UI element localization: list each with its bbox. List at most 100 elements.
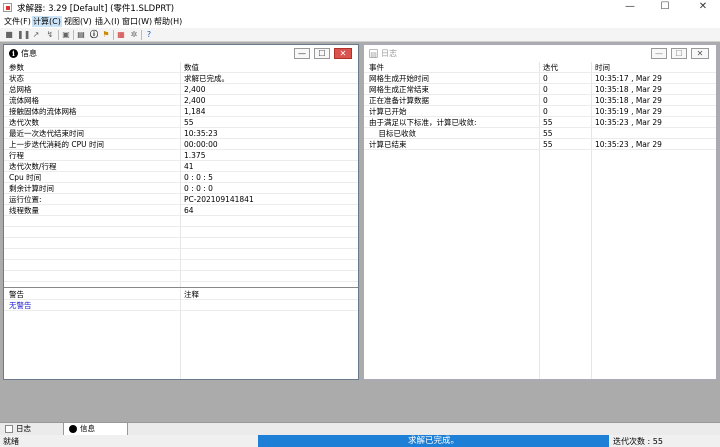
info-row[interactable]: 流体网格 2,400 [4,95,358,106]
menu-window[interactable]: 窗口(W) [121,16,153,27]
minimize-button[interactable]: — [615,0,645,15]
log-row[interactable]: 目标已收敛 55 [364,128,716,139]
menu-help[interactable]: 帮助(H) [153,16,183,27]
info-close-button[interactable]: ✕ [334,48,352,59]
log-row[interactable]: 计算已结束 55 10:35:23 , Mar 29 [364,139,716,150]
log-maximize-button[interactable]: ☐ [671,48,687,59]
log-header-row: 事件 迭代 时间 [364,62,716,73]
info-maximize-button[interactable]: ☐ [314,48,330,59]
step-icon[interactable]: ↗ [31,30,41,40]
info-row[interactable]: Cpu 时间 0 : 0 : 5 [4,172,358,183]
stop-icon[interactable]: ■ [4,30,14,40]
empty-row [4,282,358,287]
info-value-cell: 00:00:00 [184,140,218,149]
info-icon[interactable]: ⓘ [89,30,99,40]
pause-icon[interactable]: ❚❚ [17,30,30,40]
info-param-cell: 流体网格 [9,96,39,105]
tab-info-label: 信息 [80,424,95,433]
menu-bar: 文件(F) 计算(C) 视图(V) 插入(I) 窗口(W) 帮助(H) [0,15,720,28]
info-param-cell: Cpu 时间 [9,173,42,182]
info-value-cell: 64 [184,206,194,215]
log-row[interactable]: 网格生成开始时间 0 10:35:17 , Mar 29 [364,73,716,84]
menu-view[interactable]: 视图(V) [63,16,93,27]
info-row[interactable]: 迭代次数/行程 41 [4,161,358,172]
log-time-cell: 10:35:19 , Mar 29 [595,107,662,116]
info-row[interactable]: 剩余计算时间 0 : 0 : 0 [4,183,358,194]
warnings-row[interactable]: 无警告 [4,300,358,311]
log-time-cell: 10:35:17 , Mar 29 [595,74,662,83]
info-value-cell: 0 : 0 : 5 [184,173,213,182]
tab-info[interactable]: 信息 [64,423,128,435]
tab-log[interactable]: 日志 [0,423,64,435]
log-icon [5,425,13,433]
log-header-event: 事件 [369,63,384,72]
menu-calculate[interactable]: 计算(C) [32,16,62,27]
log-iteration-cell: 55 [543,140,553,149]
log-row[interactable]: 由于满足以下标准，计算已收敛: 55 10:35:23 , Mar 29 [364,117,716,128]
info-window-titlebar[interactable]: i 信息 — ☐ ✕ [4,45,358,61]
menu-file[interactable]: 文件(F) [3,16,32,27]
info-value-cell: 55 [184,118,194,127]
info-value-cell: PC-202109141841 [184,195,254,204]
settings-icon[interactable]: ✲ [129,30,139,40]
info-param-cell: 剩余计算时间 [9,184,54,193]
info-row[interactable]: 接触固体的流体网格 1,184 [4,106,358,117]
title-bar: 求解器: 3.29 [Default] (零件1.SLDPRT) — ☐ ✕ [0,0,720,15]
info-value-cell: 41 [184,162,194,171]
log-row[interactable]: 网格生成正常结束 0 10:35:18 , Mar 29 [364,84,716,95]
log-time-cell: 10:35:23 , Mar 29 [595,140,662,149]
status-iterations: 迭代次数 : 55 [613,437,663,446]
log-minimize-button[interactable]: — [651,48,667,59]
empty-row [4,271,358,282]
flag-icon[interactable]: ⚑ [101,30,111,40]
warnings-header-warning: 警告 [9,290,24,299]
log-event-cell: 正在准备计算数据 [369,96,429,105]
log-window-titlebar[interactable]: ▤ 日志 — ☐ ✕ [364,45,716,61]
help-icon[interactable]: ? [144,30,154,40]
info-window-title: 信息 [21,49,37,58]
window-title: 求解器: 3.29 [Default] (零件1.SLDPRT) [17,4,175,14]
toolbar-divider [58,30,59,40]
refresh-icon[interactable]: ↯ [45,30,55,40]
info-param-cell: 线程数量 [9,206,39,215]
empty-row [4,216,358,227]
info-row[interactable]: 运行位置: PC-202109141841 [4,194,358,205]
info-row[interactable]: 最近一次迭代结束时间 10:35:23 [4,128,358,139]
info-icon [69,425,77,433]
log-row[interactable]: 正在准备计算数据 0 10:35:18 , Mar 29 [364,95,716,106]
info-minimize-button[interactable]: — [294,48,310,59]
no-warnings-text: 无警告 [9,301,32,310]
log-iteration-cell: 55 [543,118,553,127]
mdi-workspace: i 信息 — ☐ ✕ 参数 数值 状态 求解已完成。 总网格 2,400 流体网格 2,4… [0,42,720,422]
log-close-button[interactable]: ✕ [691,48,709,59]
info-row[interactable]: 行程 1.375 [4,150,358,161]
empty-row [4,238,358,249]
info-row[interactable]: 上一步迭代消耗的 CPU 时间 00:00:00 [4,139,358,150]
log-event-cell: 目标已收敛 [369,129,417,138]
copy-icon[interactable]: ▣ [61,30,71,40]
log-grid: 事件 迭代 时间 网格生成开始时间 0 10:35:17 , Mar 29 网格生成正… [364,62,716,379]
info-row[interactable]: 总网格 2,400 [4,84,358,95]
info-param-cell: 迭代次数/行程 [9,162,57,171]
chart-icon[interactable]: ▦ [116,30,126,40]
log-icon[interactable]: ▤ [76,30,86,40]
info-row[interactable]: 线程数量 64 [4,205,358,216]
log-header-time: 时间 [595,63,610,72]
info-value-cell: 10:35:23 [184,129,218,138]
info-row[interactable]: 迭代次数 55 [4,117,358,128]
empty-row [4,227,358,238]
info-row[interactable]: 状态 求解已完成。 [4,73,358,84]
info-value-cell: 2,400 [184,96,206,105]
warnings-header-note: 注释 [184,290,199,299]
menu-insert[interactable]: 插入(I) [94,16,121,27]
log-time-cell: 10:35:23 , Mar 29 [595,118,662,127]
log-time-cell: 10:35:18 , Mar 29 [595,96,662,105]
maximize-button[interactable]: ☐ [650,0,680,15]
info-param-cell: 行程 [9,151,24,160]
info-param-cell: 上一步迭代消耗的 CPU 时间 [9,140,105,149]
info-header-value: 数值 [184,63,199,72]
info-value-cell: 2,400 [184,85,206,94]
log-row[interactable]: 计算已开始 0 10:35:19 , Mar 29 [364,106,716,117]
log-header-iteration: 迭代 [543,63,558,72]
close-button[interactable]: ✕ [688,0,718,15]
